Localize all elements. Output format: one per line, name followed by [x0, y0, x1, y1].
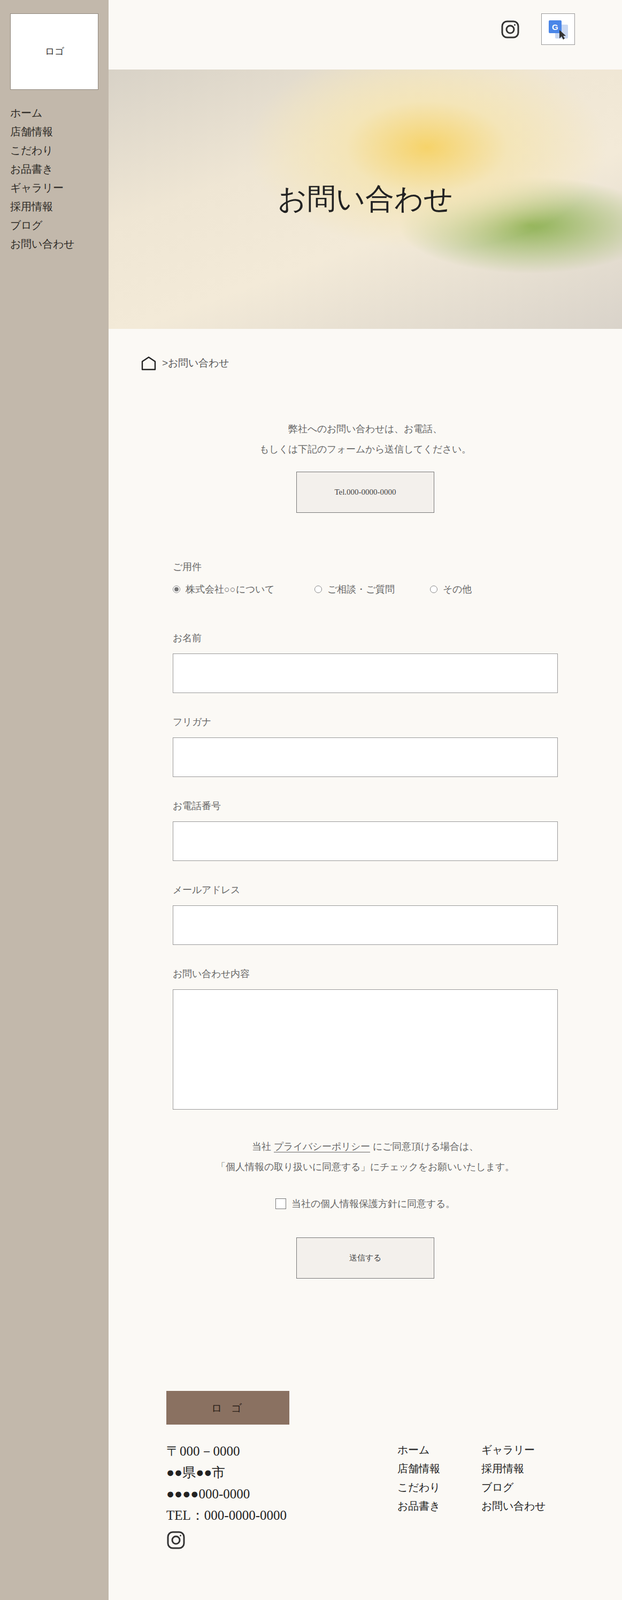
address-line: TEL：000-0000-0000: [166, 1504, 398, 1527]
sidebar-item[interactable]: 採用情報: [10, 197, 99, 217]
purpose-option[interactable]: ご相談・ご質問: [314, 581, 430, 597]
contact-form: ご用件株式会社○○について ご相談・ご質問 その他お名前フリガナお電話番号メールアド…: [172, 559, 558, 1279]
footer-row: 〒000－0000●●県●●市●●●●000-0000TEL：000-0000-…: [166, 1440, 565, 1557]
footer-nav: ホーム店舗情報こだわりお品書き ギャラリー採用情報ブログお問い合わせ: [397, 1440, 567, 1557]
submit-button[interactable]: 送信する: [296, 1237, 435, 1279]
field-label: お電話番号: [172, 798, 558, 814]
logo[interactable]: ロゴ: [10, 13, 99, 90]
form-field: お電話番号: [172, 798, 558, 862]
footer: ロ ゴ〒000－0000●●県●●市●●●●000-0000TEL：000-00…: [108, 1391, 622, 1589]
sidebar-item[interactable]: お品書き: [10, 159, 99, 179]
footer-nav-item[interactable]: 店舗情報: [397, 1459, 482, 1479]
radio-button[interactable]: [429, 585, 438, 594]
privacy-line: 「個人情報の取り扱いに同意する」にチェックをお願いいたします。: [172, 1156, 558, 1178]
consent-row[interactable]: 当社の個人情報保護方針に同意する。: [172, 1196, 558, 1212]
footer-nav-item[interactable]: お問い合わせ: [481, 1496, 567, 1516]
svg-text:G: G: [551, 22, 559, 32]
translate-button[interactable]: G: [541, 13, 575, 45]
sidebar-item[interactable]: ブログ: [10, 216, 99, 235]
privacy-text: 当社 プライバシーポリシー にご同意頂ける場合は、「個人情報の取り扱いに同意する…: [172, 1136, 558, 1178]
option-label: その他: [442, 581, 472, 597]
translate-icon: G: [546, 18, 571, 41]
privacy-before: 当社: [251, 1141, 274, 1153]
field-label: メールアドレス: [172, 882, 558, 898]
consent-label: 当社の個人情報保護方針に同意する。: [291, 1196, 456, 1212]
footer-nav-item[interactable]: お品書き: [397, 1496, 482, 1516]
field-label: お問い合わせ内容: [172, 966, 558, 982]
footer-nav-item[interactable]: ホーム: [397, 1440, 482, 1460]
sidebar-nav: ホーム店舗情報こだわりお品書きギャラリー採用情報ブログお問い合わせ: [10, 103, 99, 254]
purpose-option[interactable]: その他: [429, 581, 472, 597]
purpose-options: 株式会社○○について ご相談・ご質問 その他: [172, 581, 558, 597]
sidebar-item[interactable]: ホーム: [10, 103, 99, 123]
option-label: ご相談・ご質問: [327, 581, 395, 597]
text-input[interactable]: [172, 653, 558, 694]
instagram-icon[interactable]: [166, 1530, 186, 1550]
text-input[interactable]: [172, 737, 558, 778]
field-label: お名前: [172, 630, 558, 646]
header: G: [108, 0, 622, 70]
message-textarea[interactable]: [172, 989, 558, 1110]
sidebar-item[interactable]: 店舗情報: [10, 122, 99, 142]
footer-nav-item[interactable]: ギャラリー: [481, 1440, 567, 1460]
footer-address: 〒000－0000●●県●●市●●●●000-0000TEL：000-0000-…: [166, 1440, 398, 1557]
instagram-icon[interactable]: [500, 19, 520, 40]
form-field: フリガナ: [172, 714, 558, 778]
sidebar-item[interactable]: こだわり: [10, 141, 99, 160]
form-field: メールアドレス: [172, 882, 558, 946]
purpose-option[interactable]: 株式会社○○について: [172, 581, 315, 597]
sidebar: ロゴホーム店舗情報こだわりお品書きギャラリー採用情報ブログお問い合わせ: [0, 0, 109, 1600]
radio-button[interactable]: [314, 585, 322, 594]
footer-nav-item[interactable]: 採用情報: [481, 1459, 567, 1479]
option-label: 株式会社○○について: [185, 581, 275, 597]
form-field: お問い合わせ内容: [172, 966, 558, 1110]
main: G お問い合わせ >お問い合わせ弊社へのお問い合わせは、お電話、もしくは下記のフォー…: [108, 0, 622, 1600]
page-title: お問い合わせ: [277, 181, 453, 217]
field-label: フリガナ: [172, 714, 558, 730]
text-input[interactable]: [172, 905, 558, 946]
radio-button[interactable]: [172, 585, 181, 594]
purpose-label: ご用件: [172, 559, 558, 575]
text-input[interactable]: [172, 821, 558, 862]
sidebar-item[interactable]: お問い合わせ: [10, 234, 99, 254]
home-icon[interactable]: [140, 355, 157, 371]
intro-text: 弊社へのお問い合わせは、お電話、もしくは下記のフォームから送信してください。: [108, 418, 622, 460]
intro-line: もしくは下記のフォームから送信してください。: [108, 439, 622, 460]
hero-banner: お問い合わせ: [108, 69, 622, 329]
consent-checkbox[interactable]: [275, 1198, 287, 1210]
privacy-line: 当社 プライバシーポリシー にご同意頂ける場合は、: [172, 1136, 558, 1157]
breadcrumb: >お問い合わせ: [108, 355, 622, 371]
address-line: 〒000－0000: [166, 1440, 398, 1463]
footer-nav-item[interactable]: ブログ: [481, 1478, 567, 1497]
footer-logo[interactable]: ロ ゴ: [166, 1391, 290, 1425]
privacy-policy-link[interactable]: プライバシーポリシー: [273, 1141, 371, 1153]
page: ロゴホーム店舗情報こだわりお品書きギャラリー採用情報ブログお問い合わせGお問い合…: [0, 0, 622, 1600]
intro-line: 弊社へのお問い合わせは、お電話、: [108, 418, 622, 440]
form-field: お名前: [172, 630, 558, 694]
sidebar-item[interactable]: ギャラリー: [10, 178, 99, 198]
tel-button[interactable]: Tel.000-0000-0000: [296, 471, 435, 513]
privacy-after: にご同意頂ける場合は、: [370, 1141, 479, 1153]
footer-nav-item[interactable]: こだわり: [397, 1478, 482, 1497]
address-line: ●●●●000-0000: [166, 1483, 398, 1505]
breadcrumb-current: >お問い合わせ: [162, 355, 229, 371]
address-line: ●●県●●市: [166, 1462, 398, 1484]
